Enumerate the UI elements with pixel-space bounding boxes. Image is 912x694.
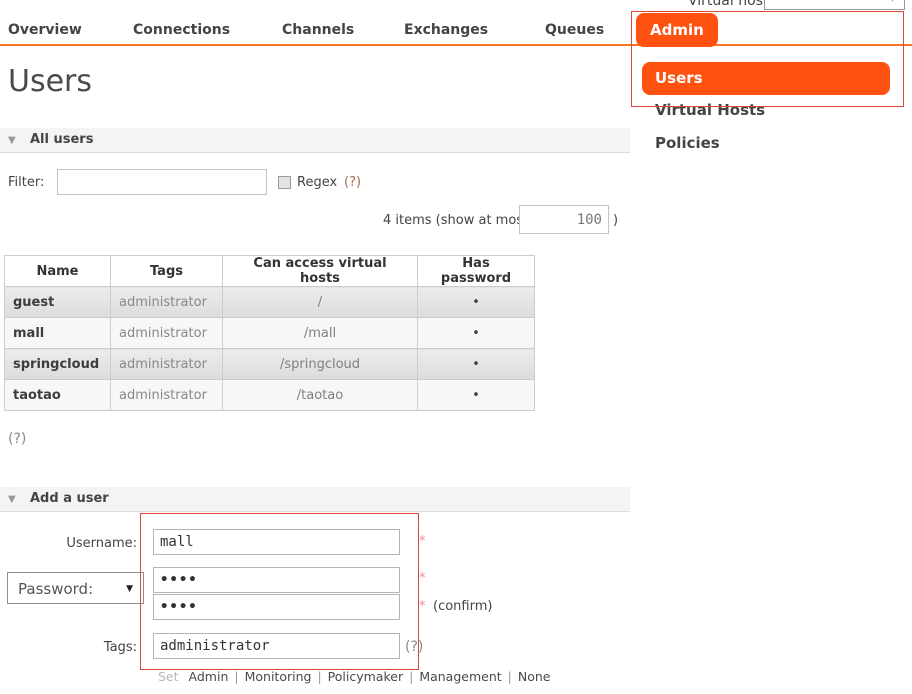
table-row: springcloud administrator /springcloud • bbox=[5, 349, 535, 380]
sidebar-item-users-active[interactable]: Users bbox=[642, 62, 890, 95]
set-link-policymaker[interactable]: Policymaker bbox=[328, 669, 403, 684]
user-vhosts: /taotao bbox=[223, 380, 418, 411]
password-type-select[interactable]: Password: ▼ bbox=[7, 572, 144, 604]
col-header-haspassword[interactable]: Has password bbox=[418, 256, 535, 287]
separator: | bbox=[508, 669, 512, 684]
separator: | bbox=[317, 669, 321, 684]
has-password-dot-icon: • bbox=[418, 349, 535, 380]
regex-help-link[interactable]: (?) bbox=[344, 175, 361, 190]
chevron-down-icon: ▼ bbox=[126, 584, 133, 594]
users-table: Name Tags Can access virtual hosts Has p… bbox=[4, 255, 535, 411]
table-row: mall administrator /mall • bbox=[5, 318, 535, 349]
col-header-name[interactable]: Name bbox=[5, 256, 111, 287]
set-link-monitoring[interactable]: Monitoring bbox=[245, 669, 312, 684]
sidebar-item-policies[interactable]: Policies bbox=[655, 134, 720, 152]
filter-input[interactable] bbox=[57, 169, 267, 195]
user-name-link[interactable]: taotao bbox=[5, 380, 111, 411]
section-title: Add a user bbox=[30, 491, 109, 506]
username-label: Username: bbox=[0, 536, 137, 551]
has-password-dot-icon: • bbox=[418, 287, 535, 318]
show-at-most-input[interactable] bbox=[519, 205, 609, 234]
set-link-management[interactable]: Management bbox=[419, 669, 501, 684]
tags-input[interactable] bbox=[153, 633, 400, 659]
user-tags: administrator bbox=[111, 380, 223, 411]
virtual-host-value: All bbox=[773, 0, 790, 3]
user-vhosts: / bbox=[223, 287, 418, 318]
collapse-triangle-icon[interactable]: ▼ bbox=[8, 135, 16, 146]
col-header-vhosts[interactable]: Can access virtual hosts bbox=[223, 256, 418, 287]
user-vhosts: /mall bbox=[223, 318, 418, 349]
page-title: Users bbox=[8, 64, 92, 99]
table-row: taotao administrator /taotao • bbox=[5, 380, 535, 411]
items-count-suffix: ) bbox=[613, 213, 618, 228]
separator: | bbox=[234, 669, 238, 684]
tab-connections[interactable]: Connections bbox=[133, 22, 230, 38]
section-all-users[interactable]: ▼ All users bbox=[0, 128, 630, 153]
password-select-label: Password: bbox=[18, 580, 93, 598]
filter-label: Filter: bbox=[8, 175, 44, 190]
tab-exchanges[interactable]: Exchanges bbox=[404, 22, 488, 38]
password-input[interactable] bbox=[153, 567, 400, 593]
tab-admin-active[interactable]: Admin bbox=[636, 13, 718, 47]
items-count-text: 4 items (show at most bbox=[383, 213, 528, 228]
set-label: Set bbox=[158, 669, 179, 684]
user-tags: administrator bbox=[111, 318, 223, 349]
tab-queues[interactable]: Queues bbox=[545, 22, 604, 38]
regex-checkbox[interactable] bbox=[278, 176, 291, 189]
table-help-link[interactable]: (?) bbox=[8, 431, 26, 447]
user-tags: administrator bbox=[111, 287, 223, 318]
user-name-link[interactable]: mall bbox=[5, 318, 111, 349]
collapse-triangle-icon[interactable]: ▼ bbox=[8, 494, 16, 505]
user-name-link[interactable]: springcloud bbox=[5, 349, 111, 380]
chevron-down-icon: ▼ bbox=[889, 0, 896, 3]
nav-underline bbox=[0, 44, 912, 46]
password-confirm-input[interactable] bbox=[153, 594, 400, 620]
set-link-none[interactable]: None bbox=[518, 669, 551, 684]
tags-help-link[interactable]: (?) bbox=[405, 639, 423, 655]
has-password-dot-icon: • bbox=[418, 380, 535, 411]
section-add-a-user[interactable]: ▼ Add a user bbox=[0, 487, 630, 512]
set-tags-row: Set Admin | Monitoring | Policymaker | Manageme… bbox=[158, 669, 551, 684]
separator: | bbox=[409, 669, 413, 684]
col-header-tags[interactable]: Tags bbox=[111, 256, 223, 287]
section-title: All users bbox=[30, 132, 93, 147]
user-vhosts: /springcloud bbox=[223, 349, 418, 380]
required-asterisk: * bbox=[419, 599, 426, 614]
username-input[interactable] bbox=[153, 529, 400, 555]
required-asterisk: * bbox=[419, 571, 426, 586]
user-tags: administrator bbox=[111, 349, 223, 380]
required-asterisk: * bbox=[419, 534, 426, 549]
table-header-row: Name Tags Can access virtual hosts Has p… bbox=[5, 256, 535, 287]
confirm-hint: (confirm) bbox=[433, 599, 492, 614]
virtual-host-label: Virtual host: bbox=[688, 0, 773, 9]
virtual-host-select[interactable]: All ▼ bbox=[764, 0, 905, 10]
user-name-link[interactable]: guest bbox=[5, 287, 111, 318]
tab-channels[interactable]: Channels bbox=[282, 22, 354, 38]
set-link-admin[interactable]: Admin bbox=[189, 669, 229, 684]
tags-label: Tags: bbox=[0, 640, 137, 655]
table-row: guest administrator / • bbox=[5, 287, 535, 318]
tab-overview[interactable]: Overview bbox=[8, 22, 82, 38]
sidebar-item-virtual-hosts[interactable]: Virtual Hosts bbox=[655, 101, 765, 119]
regex-label: Regex bbox=[297, 175, 337, 190]
has-password-dot-icon: • bbox=[418, 318, 535, 349]
